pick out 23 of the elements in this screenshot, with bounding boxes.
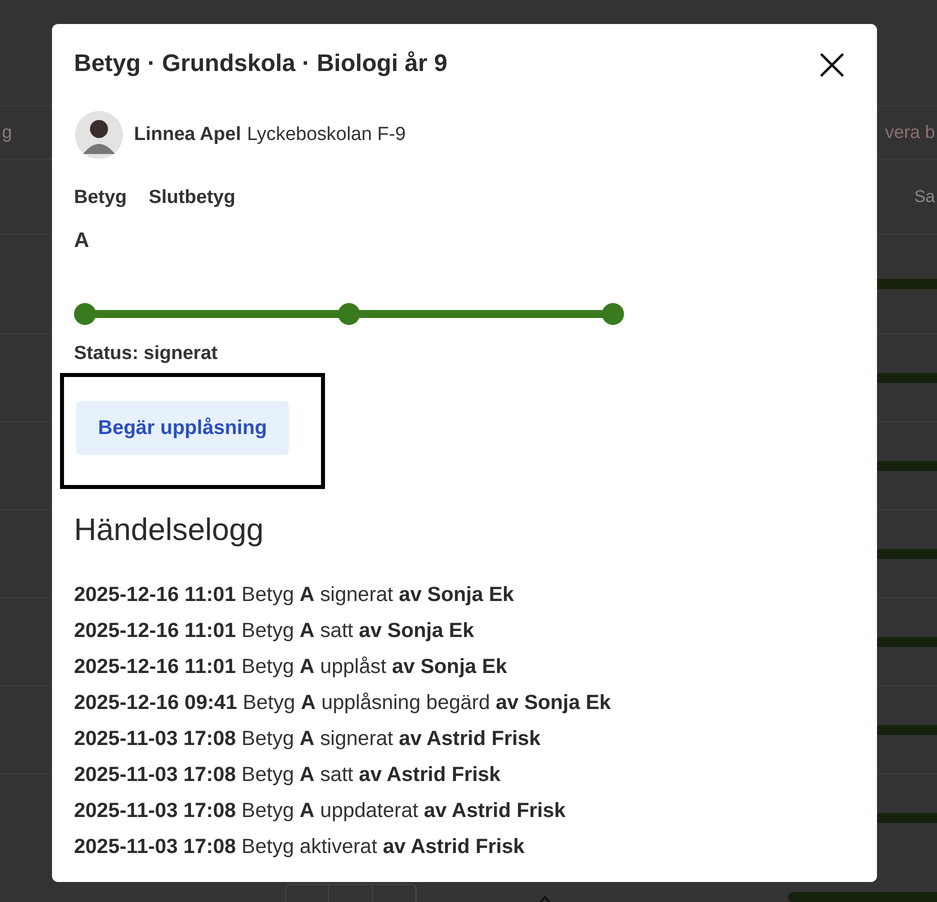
log-entry: 2025-12-16 09:41 Betyg A upplåsning begärd av Sonja Ek xyxy=(74,690,612,716)
section-heading: Händelselogg xyxy=(74,510,265,548)
column-header: Sa xyxy=(914,186,935,208)
status-text: Status: signerat xyxy=(74,342,219,366)
log-entry: 2025-12-16 11:01 Betyg A upplåst av Sonja Ek xyxy=(74,654,508,680)
student-name: Linnea Apel xyxy=(134,122,241,147)
log-entry: 2025-11-03 17:08 Betyg A signerat av Astrid Frisk xyxy=(74,726,542,752)
field-label: Betyg xyxy=(74,186,127,210)
caret-icon xyxy=(538,894,552,902)
log-entry: 2025-11-03 17:08 Betyg A satt av Astrid Frisk xyxy=(74,762,502,788)
field-label: Slutbetyg xyxy=(148,186,236,210)
dialog-title: Betyg · Grundskola · Biologi år 9 xyxy=(74,49,448,79)
unlock-request-button[interactable]: Begär upplåsning xyxy=(76,400,289,454)
avatar xyxy=(74,110,124,160)
tab-label[interactable]: g xyxy=(2,119,12,146)
close-button[interactable] xyxy=(819,52,845,78)
button-label[interactable]: vera b xyxy=(884,119,935,146)
log-entry: 2025-12-16 11:01 Betyg A signerat av Sonja Ek xyxy=(74,582,515,608)
grade-value: A xyxy=(74,228,90,254)
log-entry: 2025-12-16 11:01 Betyg A satt av Sonja Ek xyxy=(74,618,476,644)
log-entry: 2025-11-03 17:08 Betyg aktiverat av Astrid Frisk xyxy=(74,834,526,860)
school-name: Lyckeboskolan F-9 xyxy=(246,122,406,147)
log-entry: 2025-11-03 17:08 Betyg A uppdaterat av Astrid Frisk xyxy=(74,798,567,824)
